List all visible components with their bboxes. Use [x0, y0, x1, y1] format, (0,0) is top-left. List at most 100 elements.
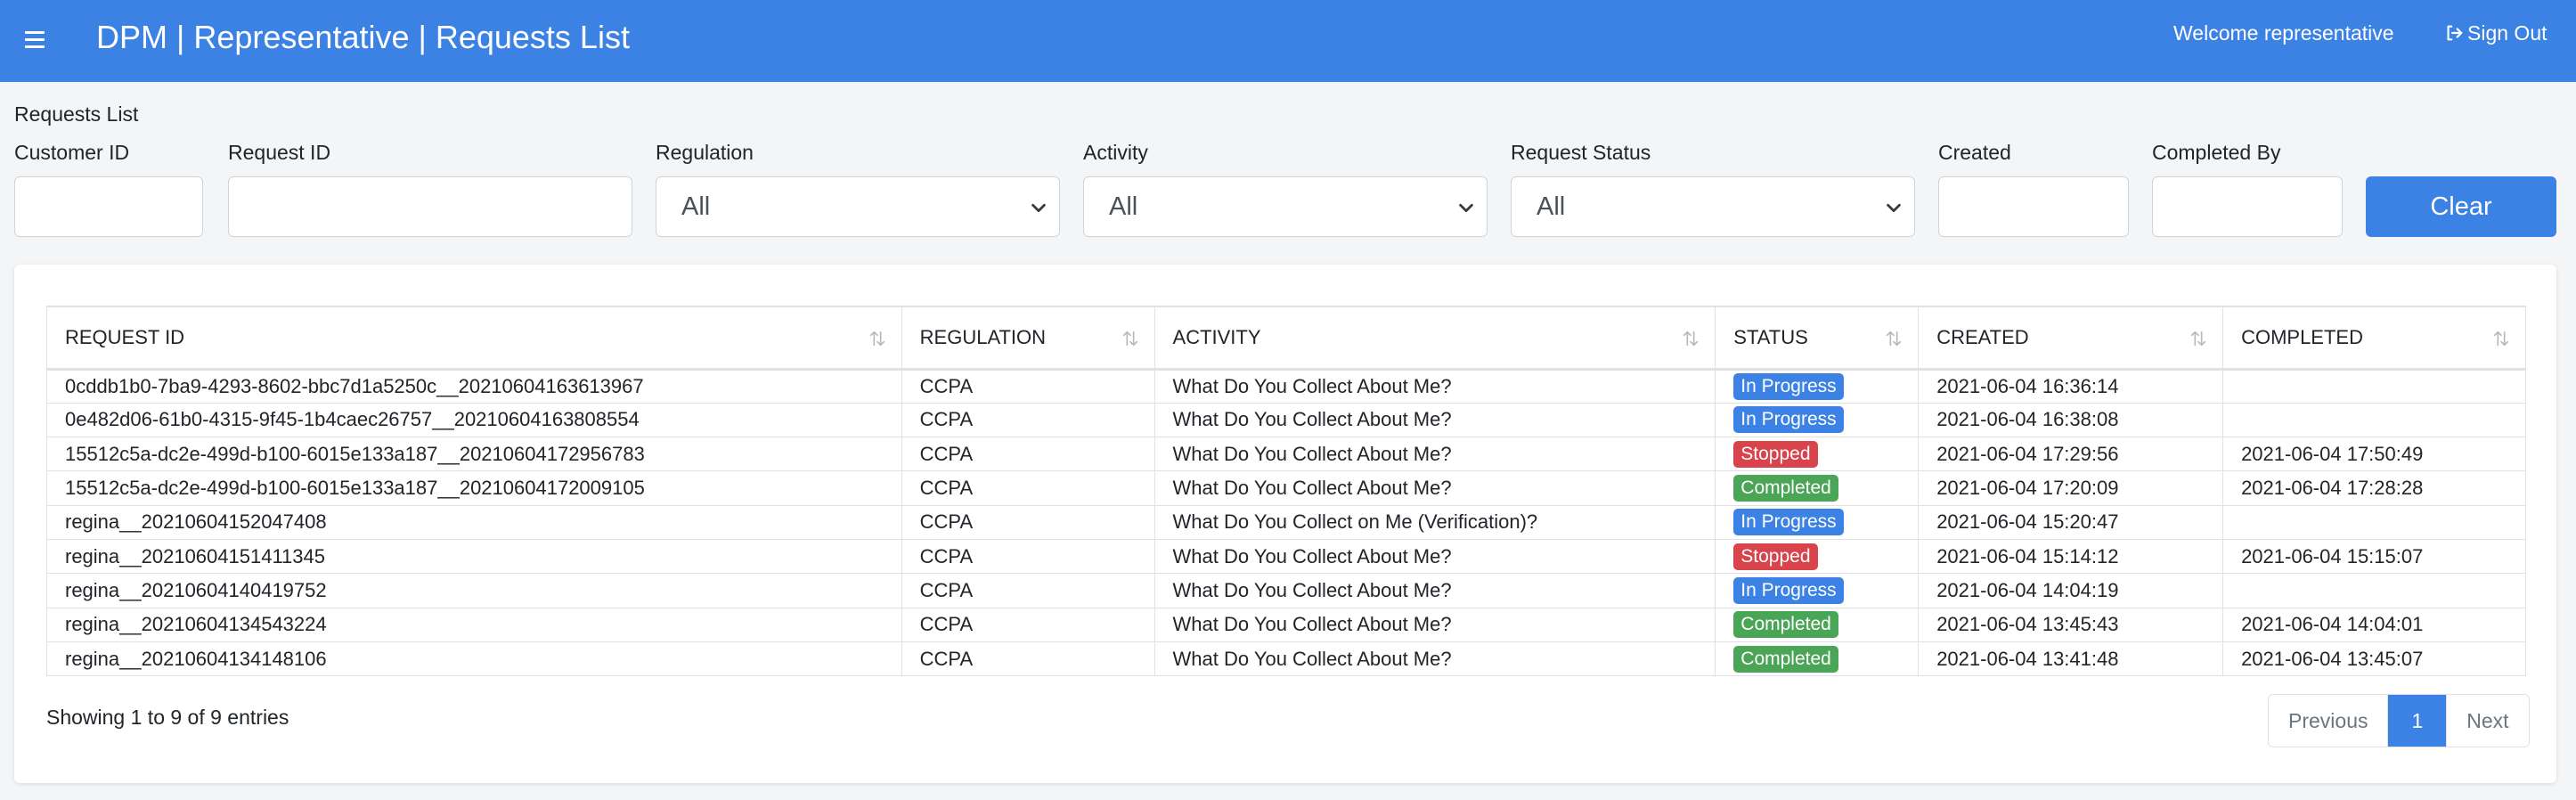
created-cell: 2021-06-04 13:41:48: [1918, 641, 2224, 677]
table-row[interactable]: regina__20210604151411345 CCPA What Do You…: [46, 538, 2526, 575]
sign-out-icon: [2447, 25, 2463, 41]
completed-cell: 2021-06-04 13:45:07: [2222, 641, 2526, 677]
page-1-button[interactable]: 1: [2387, 695, 2447, 747]
sort-icon: [869, 331, 884, 347]
requests-card: REQUEST ID REGULATION ACTIVITY STATUS CR…: [14, 265, 2556, 783]
sort-icon: [2493, 331, 2509, 347]
status-badge: Completed: [1733, 475, 1838, 502]
table-row[interactable]: regina__20210604140419752 CCPA What Do You…: [46, 573, 2526, 608]
activity-select-value: All: [1109, 192, 1138, 221]
activity-cell: What Do You Collect About Me?: [1153, 538, 1716, 575]
status-cell: In Progress: [1715, 368, 1920, 404]
app-title: DPM | Representative | Requests List: [96, 19, 630, 55]
request-status-select[interactable]: All: [1511, 176, 1915, 237]
previous-page-button[interactable]: Previous: [2269, 695, 2388, 747]
regulation-label: Regulation: [656, 141, 754, 164]
created-cell: 2021-06-04 17:20:09: [1918, 470, 2224, 506]
table-body: 0cddb1b0-7ba9-4293-8602-bbc7d1a5250c__20…: [46, 368, 2526, 677]
created-cell: 2021-06-04 15:14:12: [1918, 538, 2224, 575]
table-header-row: REQUEST ID REGULATION ACTIVITY STATUS CR…: [46, 306, 2526, 371]
request-id-cell: 0e482d06-61b0-4315-9f45-1b4caec26757__20…: [46, 402, 902, 438]
status-cell: Completed: [1715, 470, 1920, 506]
next-page-button[interactable]: Next: [2446, 695, 2529, 747]
sign-out-link[interactable]: Sign Out: [2444, 20, 2547, 46]
completed-by-label: Completed By: [2152, 141, 2281, 164]
request-id-cell: regina__20210604152047408: [46, 504, 902, 540]
activity-label: Activity: [1083, 141, 1148, 164]
status-badge: In Progress: [1733, 509, 1844, 536]
created-label: Created: [1938, 141, 2011, 164]
completed-cell: 2021-06-04 15:15:07: [2222, 538, 2526, 575]
column-header-regulation[interactable]: REGULATION: [901, 306, 1155, 371]
column-header-activity[interactable]: ACTIVITY: [1153, 306, 1716, 371]
chevron-down-icon: [1031, 203, 1046, 213]
status-cell: In Progress: [1715, 504, 1920, 540]
regulation-cell: CCPA: [901, 470, 1155, 506]
table-row[interactable]: 0cddb1b0-7ba9-4293-8602-bbc7d1a5250c__20…: [46, 368, 2526, 404]
request-status-label: Request Status: [1511, 141, 1651, 164]
request-id-cell: 0cddb1b0-7ba9-4293-8602-bbc7d1a5250c__20…: [46, 368, 902, 404]
request-id-input[interactable]: [228, 176, 632, 237]
customer-id-input[interactable]: [14, 176, 203, 237]
completed-cell: 2021-06-04 17:50:49: [2222, 437, 2526, 472]
table-row[interactable]: regina__20210604134543224 CCPA What Do You…: [46, 607, 2526, 642]
top-navbar: DPM | Representative | Requests List Wel…: [0, 0, 2576, 82]
table-row[interactable]: 0e482d06-61b0-4315-9f45-1b4caec26757__20…: [46, 402, 2526, 438]
sort-icon: [2190, 331, 2206, 347]
status-badge: Completed: [1733, 645, 1838, 673]
activity-cell: What Do You Collect About Me?: [1153, 470, 1716, 506]
status-cell: Stopped: [1715, 437, 1920, 472]
regulation-cell: CCPA: [901, 538, 1155, 575]
request-id-cell: regina__20210604134543224: [46, 607, 902, 642]
status-badge: In Progress: [1733, 372, 1844, 400]
activity-select[interactable]: All: [1083, 176, 1488, 237]
created-cell: 2021-06-04 15:20:47: [1918, 504, 2224, 540]
regulation-cell: CCPA: [901, 607, 1155, 642]
sign-out-label: Sign Out: [2467, 21, 2547, 45]
created-input[interactable]: [1938, 176, 2129, 237]
column-header-request-id[interactable]: REQUEST ID: [46, 306, 902, 371]
request-status-select-value: All: [1537, 192, 1566, 221]
completed-cell: 2021-06-04 17:28:28: [2222, 470, 2526, 506]
request-id-cell: 15512c5a-dc2e-499d-b100-6015e133a187__20…: [46, 437, 902, 472]
table-row[interactable]: 15512c5a-dc2e-499d-b100-6015e133a187__20…: [46, 470, 2526, 506]
column-header-status[interactable]: STATUS: [1715, 306, 1920, 371]
activity-cell: What Do You Collect About Me?: [1153, 437, 1716, 472]
column-header-completed[interactable]: COMPLETED: [2222, 306, 2526, 371]
request-id-label: Request ID: [228, 141, 331, 164]
table-row[interactable]: regina__20210604134148106 CCPA What Do You…: [46, 641, 2526, 677]
completed-cell: [2222, 504, 2526, 540]
customer-id-label: Customer ID: [14, 141, 130, 164]
column-header-created[interactable]: CREATED: [1918, 306, 2224, 371]
created-cell: 2021-06-04 16:36:14: [1918, 368, 2224, 404]
pagination: Previous 1 Next: [2268, 694, 2530, 747]
regulation-cell: CCPA: [901, 368, 1155, 404]
completed-cell: [2222, 573, 2526, 608]
status-cell: Completed: [1715, 607, 1920, 642]
table-row[interactable]: regina__20210604152047408 CCPA What Do You…: [46, 504, 2526, 540]
activity-cell: What Do You Collect About Me?: [1153, 402, 1716, 438]
request-id-cell: regina__20210604140419752: [46, 573, 902, 608]
regulation-select[interactable]: All: [656, 176, 1060, 237]
status-badge: Stopped: [1733, 440, 1818, 468]
regulation-cell: CCPA: [901, 402, 1155, 438]
section-label: Requests List: [14, 102, 139, 126]
regulation-cell: CCPA: [901, 437, 1155, 472]
clear-button[interactable]: Clear: [2366, 176, 2556, 237]
entries-info: Showing 1 to 9 of 9 entries: [46, 706, 289, 729]
status-cell: In Progress: [1715, 573, 1920, 608]
activity-cell: What Do You Collect on Me (Verification)…: [1153, 504, 1716, 540]
request-id-cell: 15512c5a-dc2e-499d-b100-6015e133a187__20…: [46, 470, 902, 506]
chevron-down-icon: [1887, 203, 1901, 213]
regulation-select-value: All: [681, 192, 711, 221]
welcome-text: Welcome representative: [2173, 21, 2394, 45]
completed-by-input[interactable]: [2152, 176, 2343, 237]
status-badge: In Progress: [1733, 406, 1844, 434]
status-cell: In Progress: [1715, 402, 1920, 438]
sort-icon: [1683, 331, 1699, 347]
chevron-down-icon: [1459, 203, 1473, 213]
status-badge: Stopped: [1733, 543, 1818, 570]
table-row[interactable]: 15512c5a-dc2e-499d-b100-6015e133a187__20…: [46, 437, 2526, 472]
completed-cell: [2222, 368, 2526, 404]
hamburger-menu-icon[interactable]: [25, 23, 48, 55]
